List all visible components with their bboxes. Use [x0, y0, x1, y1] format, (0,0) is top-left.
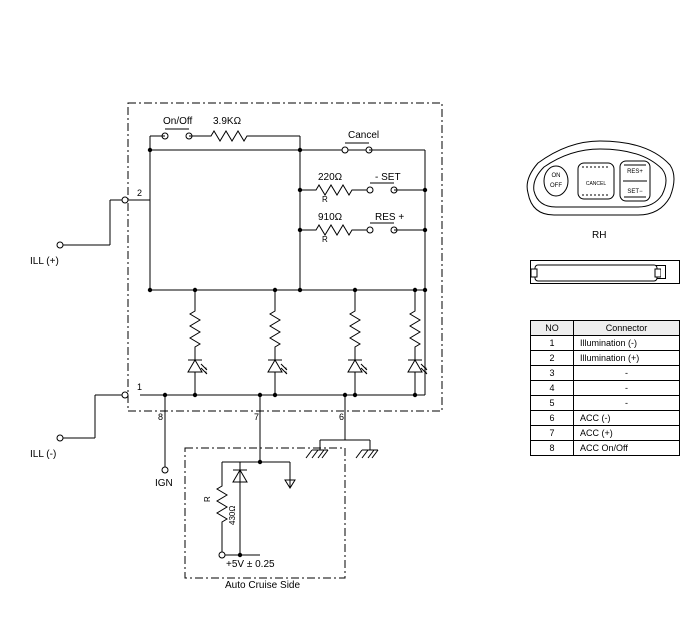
steering-switch-icon: ON OFF CANCEL RES+ SET− [520, 135, 680, 225]
th-name: Connector [574, 321, 680, 336]
svg-text:ON: ON [552, 173, 561, 179]
cruise-title: Auto Cruise Side [225, 580, 300, 591]
svg-text:SET−: SET− [627, 189, 643, 195]
switch-set-label: - SET [375, 172, 401, 183]
svg-text:1: 1 [137, 382, 142, 392]
table-row: 6ACC (-) [531, 411, 680, 426]
resistor-set-note: R [322, 195, 328, 204]
switch-cancel-label: Cancel [348, 130, 379, 141]
table-row: 5- [531, 396, 680, 411]
svg-text:8: 8 [158, 412, 163, 422]
table-row: 7ACC (+) [531, 426, 680, 441]
switch-onoff-label: On/Off [163, 116, 192, 127]
connector-table: NO Connector 1Illumination (-) 2Illumina… [530, 320, 680, 456]
resistor-res: 910Ω [318, 212, 342, 223]
svg-text:7: 7 [254, 412, 259, 422]
svg-text:OFF: OFF [550, 183, 562, 189]
svg-text:RES+: RES+ [627, 169, 643, 175]
terminal-ign: IGN [155, 478, 173, 489]
svg-text:6: 6 [339, 412, 344, 422]
table-row: 1Illumination (-) [531, 336, 680, 351]
resistor-set: 220Ω [318, 172, 342, 183]
terminal-ill-pos: ILL (+) [30, 256, 59, 267]
cruise-voltage: +5V ± 0.25 [226, 559, 275, 570]
table-row: 2Illumination (+) [531, 351, 680, 366]
svg-text:CANCEL: CANCEL [586, 181, 607, 187]
table-row: 4- [531, 381, 680, 396]
connector-outline-icon [531, 261, 661, 285]
resistor-onoff: 3.9KΩ [213, 116, 241, 127]
th-no: NO [531, 321, 574, 336]
module-label: RH [592, 230, 606, 241]
cruise-r: 430Ω [228, 506, 237, 525]
switch-res-label: RES + [375, 212, 404, 223]
svg-text:2: 2 [137, 188, 142, 198]
table-row: 8ACC On/Off [531, 441, 680, 456]
cruise-r-note: R [203, 496, 212, 502]
terminal-ill-neg: ILL (-) [30, 449, 56, 460]
table-row: 3- [531, 366, 680, 381]
connector-pin-diagram: 12 34 56 78 [530, 260, 680, 284]
resistor-res-note: R [322, 235, 328, 244]
